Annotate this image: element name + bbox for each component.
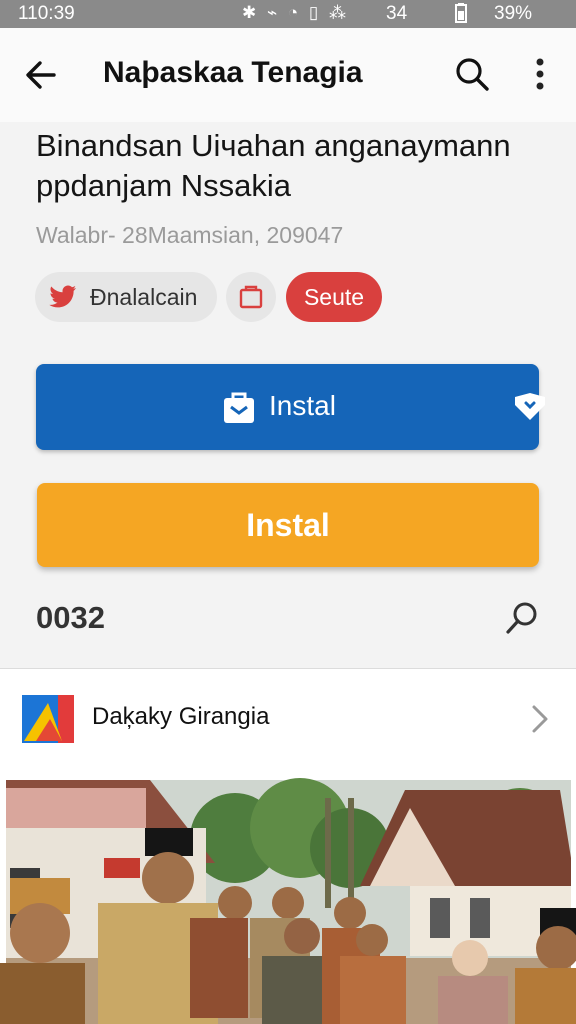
source-logo <box>22 695 74 748</box>
app-title: Naþaskaa Tenagia <box>103 56 363 89</box>
heart-tag-icon[interactable] <box>513 393 547 426</box>
source-name: Daķaky Girangia <box>92 703 270 730</box>
chip-label: Đnalalcain <box>90 284 198 310</box>
install-button-secondary[interactable]: Instal <box>37 483 539 567</box>
article-content: Binandsan Uiчahan anganaymann ppdanjam N… <box>0 122 576 668</box>
install-button-label: Instal <box>246 507 330 543</box>
battery-icon <box>454 3 468 29</box>
install-button-label: Instal <box>269 390 336 421</box>
status-bar: 110:39 ✱ ⌁ ◔ ▯ ⁂ 34 39% <box>0 0 576 28</box>
more-vertical-icon[interactable] <box>526 56 554 96</box>
status-icons: ✱ ⌁ ◔ ▯ ⁂ <box>242 3 349 22</box>
article-meta: Walabr- 28Maamsian, 209047 <box>36 222 344 248</box>
shopping-bag-icon <box>222 390 256 429</box>
article-headline: Binandsan Uiчahan anganaymann ppdanjam N… <box>36 128 511 203</box>
search-icon[interactable] <box>504 600 540 641</box>
search-icon[interactable] <box>454 56 490 92</box>
chip-share-twitter[interactable]: Đnalalcain <box>35 272 217 322</box>
article-count: 0032 <box>36 600 105 635</box>
arrow-left-icon[interactable] <box>22 56 60 94</box>
battery-percent: 39% <box>494 3 533 24</box>
install-button-primary[interactable]: Instal <box>36 364 545 450</box>
twitter-bird-icon <box>49 284 77 310</box>
chip-clipboard[interactable] <box>226 272 276 322</box>
source-row[interactable]: Daķaky Girangia <box>0 668 576 769</box>
status-time: 110:39 <box>18 3 75 24</box>
chip-label: Seute <box>303 284 365 310</box>
chip-seute[interactable]: Seute <box>286 272 382 322</box>
chevron-right-icon[interactable] <box>528 703 552 740</box>
news-photo <box>0 768 576 1024</box>
app-bar: Naþaskaa Tenagia <box>0 28 576 123</box>
status-signal-text: 34 <box>386 3 408 24</box>
